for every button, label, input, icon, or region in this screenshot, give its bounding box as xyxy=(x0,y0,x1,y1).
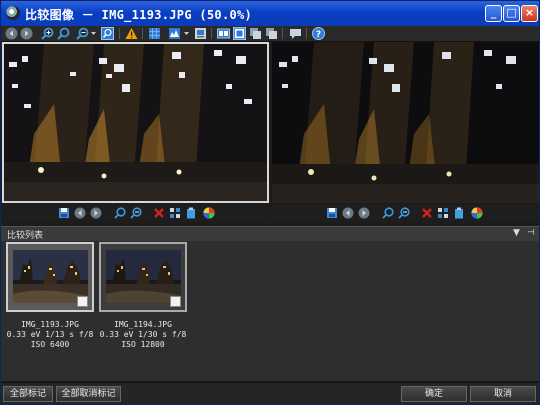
clipboard-icon[interactable] xyxy=(453,207,465,219)
chat-icon[interactable] xyxy=(289,27,302,40)
bottom-bar: 全部标记 全部取消标记 确定 取消 xyxy=(1,382,539,404)
thumbnail-filename: IMG_1194.JPG xyxy=(114,320,172,329)
zoom-in-alt-icon[interactable] xyxy=(57,27,70,40)
color-icon[interactable] xyxy=(471,207,483,219)
left-image-panel[interactable] xyxy=(2,42,269,203)
ok-button[interactable]: 确定 xyxy=(401,386,467,402)
close-button[interactable]: × xyxy=(521,5,538,22)
thumbnail-checkbox[interactable] xyxy=(170,296,181,307)
layout-4-icon[interactable] xyxy=(265,27,278,40)
compare-list: IMG_1193.JPG 0.33 eV 1/13 s f/8 ISO 6400… xyxy=(1,241,539,381)
prev-icon[interactable] xyxy=(74,207,86,219)
minimize-button[interactable]: _ xyxy=(485,5,502,22)
thumbnail-exposure: 0.33 eV 1/30 s f/8 xyxy=(99,330,187,339)
thumbnail-checkbox[interactable] xyxy=(77,296,88,307)
right-image-panel[interactable] xyxy=(272,42,539,203)
clipboard-icon[interactable] xyxy=(185,207,197,219)
cancel-button[interactable]: 取消 xyxy=(470,386,536,402)
delete-icon[interactable] xyxy=(153,207,165,219)
levels-icon[interactable] xyxy=(168,27,181,40)
color-icon[interactable] xyxy=(203,207,215,219)
zoom-out-icon[interactable] xyxy=(130,207,142,219)
thumbnail-card[interactable] xyxy=(99,242,187,312)
grid-icon[interactable] xyxy=(148,27,161,40)
app-icon xyxy=(6,6,20,20)
grid-icon[interactable] xyxy=(169,207,181,219)
collapse-icon[interactable]: ▼ xyxy=(513,228,520,238)
compare-list-header: 比较列表 ▼ ⊣ xyxy=(1,226,539,242)
help-icon[interactable]: ? xyxy=(312,27,325,40)
pin-icon[interactable]: ⊣ xyxy=(527,228,535,238)
night-building-photo[interactable] xyxy=(272,42,539,203)
night-building-photo[interactable] xyxy=(4,44,267,201)
save-icon[interactable] xyxy=(326,207,338,219)
main-toolbar: ? xyxy=(1,26,539,42)
toolbar-divider xyxy=(142,28,143,39)
window-title-file: － IMG_1193.JPG (50.0%) xyxy=(74,8,253,22)
side-by-side-icon[interactable] xyxy=(217,27,230,40)
forward-icon[interactable] xyxy=(20,27,33,40)
thumbnail-caption: IMG_1193.JPG 0.33 eV 1/13 s f/8 ISO 6400 xyxy=(2,320,98,350)
layout-2-icon[interactable] xyxy=(233,27,246,40)
thumbnail-caption: IMG_1194.JPG 0.33 eV 1/30 s f/8 ISO 1280… xyxy=(95,320,191,350)
unmark-all-button[interactable]: 全部取消标记 xyxy=(56,386,121,402)
window-title-main: 比较图像 xyxy=(25,8,75,22)
back-icon[interactable] xyxy=(5,27,18,40)
zoom-in-icon[interactable] xyxy=(41,27,54,40)
prev-icon[interactable] xyxy=(342,207,354,219)
layout-3-icon[interactable] xyxy=(249,27,262,40)
zoom-out-icon[interactable] xyxy=(398,207,410,219)
left-panel-toolbar xyxy=(1,205,270,221)
thumbnail-iso: ISO 12800 xyxy=(121,340,165,349)
thumbnail-filename: IMG_1193.JPG xyxy=(21,320,79,329)
compare-list-title: 比较列表 xyxy=(7,231,44,241)
zoom-fit-icon[interactable] xyxy=(101,27,114,40)
dropdown-icon[interactable] xyxy=(183,27,190,40)
warning-icon[interactable] xyxy=(125,27,138,40)
toolbar-divider xyxy=(119,28,120,39)
right-panel-toolbar xyxy=(271,205,539,221)
compare-images-window: 比较图像 － IMG_1193.JPG (50.0%) _ □ × ? 比较列表… xyxy=(0,0,540,405)
thumbnail-card[interactable] xyxy=(6,242,94,312)
thumbnail-iso: ISO 6400 xyxy=(30,340,70,349)
toolbar-divider xyxy=(282,28,283,39)
dropdown-icon[interactable] xyxy=(90,27,97,40)
grid-icon[interactable] xyxy=(437,207,449,219)
toolbar-divider xyxy=(211,28,212,39)
svg-text:?: ? xyxy=(316,30,321,40)
maximize-button[interactable]: □ xyxy=(503,5,520,22)
save-icon[interactable] xyxy=(58,207,70,219)
title-bar[interactable]: 比较图像 － IMG_1193.JPG (50.0%) _ □ × xyxy=(1,1,539,26)
next-icon[interactable] xyxy=(358,207,370,219)
next-icon[interactable] xyxy=(90,207,102,219)
zoom-in-icon[interactable] xyxy=(382,207,394,219)
zoom-out-icon[interactable] xyxy=(76,27,89,40)
mark-all-button[interactable]: 全部标记 xyxy=(3,386,53,402)
delete-icon[interactable] xyxy=(421,207,433,219)
thumbnail-exposure: 0.33 eV 1/13 s f/8 xyxy=(6,330,94,339)
toolbar-divider xyxy=(306,28,307,39)
window-title: 比较图像 － IMG_1193.JPG (50.0%) xyxy=(25,6,252,23)
zoom-in-icon[interactable] xyxy=(114,207,126,219)
export-icon[interactable] xyxy=(194,27,207,40)
